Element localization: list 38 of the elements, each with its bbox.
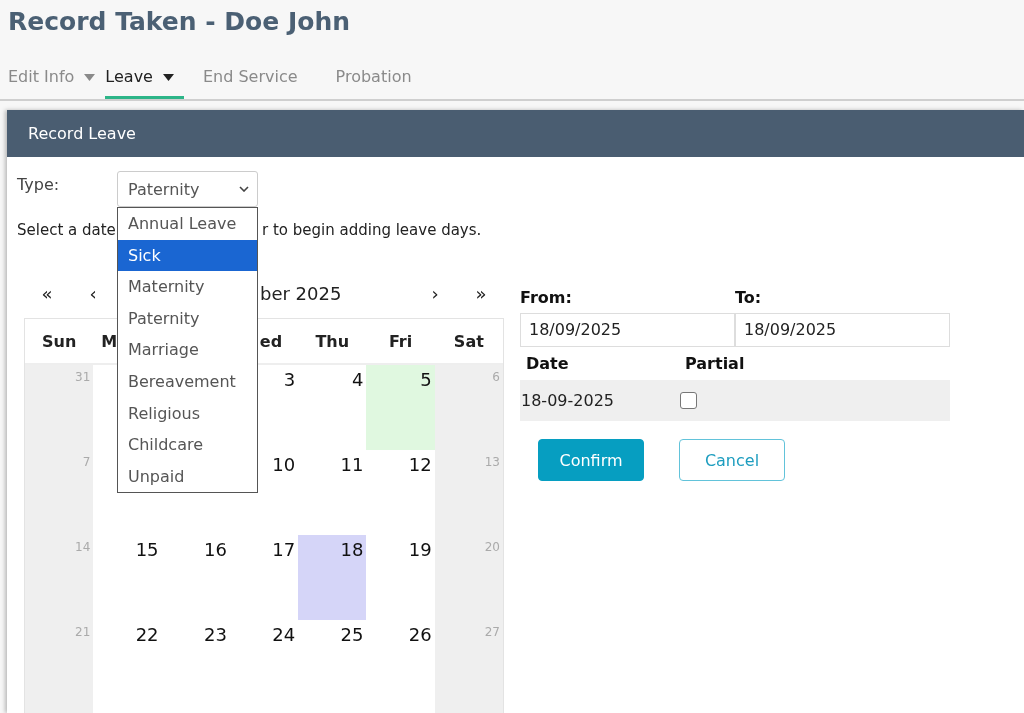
next-month-button[interactable]: › xyxy=(427,282,443,304)
weekday-header: Fri xyxy=(388,331,413,351)
caret-icon xyxy=(162,73,174,81)
caret-icon xyxy=(84,73,96,81)
calendar-day[interactable] xyxy=(25,705,94,713)
column-header: Date xyxy=(526,354,569,373)
weekday-header: Sun xyxy=(42,331,77,351)
calendar-day[interactable]: 5 xyxy=(366,365,435,450)
type-option[interactable]: Sick xyxy=(118,239,257,272)
type-option[interactable]: Marriage xyxy=(118,334,257,366)
panel-header: Record Leave xyxy=(7,110,1024,157)
type-option[interactable]: Paternity xyxy=(118,302,257,335)
weekday-header: Thu xyxy=(315,331,350,351)
from-label: From: xyxy=(520,288,572,308)
type-option[interactable]: Annual Leave xyxy=(118,208,257,240)
weekday-header: M xyxy=(101,331,118,351)
previous-year-button[interactable]: « xyxy=(37,282,57,304)
from-date-field[interactable]: 18/09/2025 xyxy=(520,313,735,347)
date-cell: 18-09-2025 xyxy=(521,391,614,410)
calendar-day[interactable]: 18 xyxy=(298,535,367,620)
page-title: Record Taken - Doe John xyxy=(7,6,350,38)
type-select[interactable]: Paternity xyxy=(117,171,258,207)
to-label: To: xyxy=(735,288,762,308)
chevron-down-icon xyxy=(239,186,249,192)
next-year-button[interactable]: » xyxy=(471,282,491,304)
weekday-header: Sat xyxy=(453,331,484,351)
calendar-day[interactable] xyxy=(434,705,503,713)
column-header: Partial xyxy=(685,354,745,373)
month-title: ber 2025 xyxy=(260,282,342,304)
instruction-text: Select a date xyxy=(17,220,116,240)
type-option[interactable]: Maternity xyxy=(118,271,257,303)
partial-checkbox[interactable] xyxy=(680,392,697,409)
to-date-field[interactable]: 18/09/2025 xyxy=(735,313,950,347)
instruction-text: r to begin adding leave days. xyxy=(262,220,482,240)
tab[interactable]: Leave xyxy=(105,61,184,99)
weekday-header: ed xyxy=(259,331,283,351)
type-label: Type: xyxy=(17,174,60,196)
previous-month-button[interactable]: ‹ xyxy=(85,282,101,304)
